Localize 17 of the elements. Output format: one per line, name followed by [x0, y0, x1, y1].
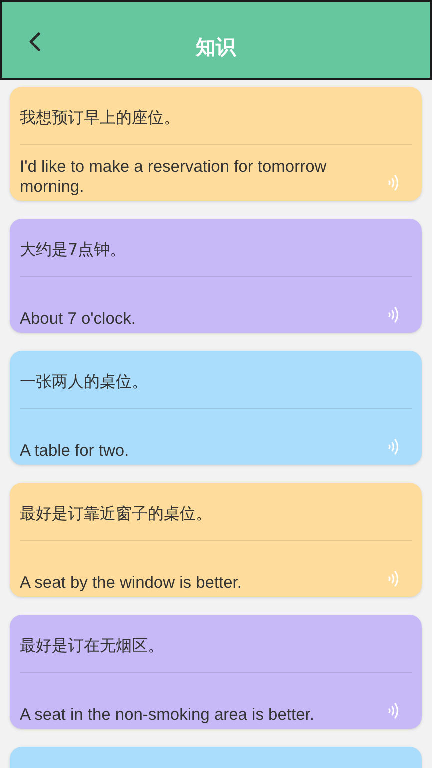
chinese-sentence: 我想预订早上的座位。 — [20, 106, 180, 128]
english-sentence: A table for two. — [20, 441, 130, 461]
chinese-sentence: 大约是7点钟。 — [20, 238, 126, 260]
page-title: 知识 — [196, 34, 236, 61]
chinese-sentence: 最好是订在无烟区。 — [20, 634, 164, 656]
sound-waves-icon — [388, 306, 400, 324]
english-sentence: I'd like to make a reservation for tomorrow morning. — [20, 157, 328, 197]
chinese-sentence: 一张两人的桌位。 — [20, 370, 148, 392]
sound-waves-icon — [388, 174, 400, 192]
english-sentence: About 7 o'clock. — [20, 309, 136, 329]
sound-waves-icon — [388, 438, 400, 456]
back-icon — [29, 32, 41, 52]
chinese-sentence: 最好是订靠近窗子的桌位。 — [20, 502, 212, 524]
sound-waves-icon — [388, 702, 400, 720]
sound-waves-icon — [388, 570, 400, 588]
english-sentence: A seat in the non-smoking area is better. — [20, 705, 314, 725]
english-sentence: A seat by the window is better. — [20, 573, 242, 593]
